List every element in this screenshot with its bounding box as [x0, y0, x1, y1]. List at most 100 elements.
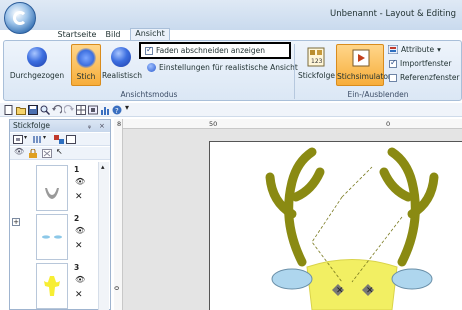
horizontal-ruler: 8 50 0	[117, 119, 462, 129]
reindeer-head	[306, 259, 398, 310]
attributes-dropdown[interactable]: Attribute ▾	[388, 45, 441, 54]
undo-icon[interactable]	[52, 105, 62, 115]
pin-icon[interactable]: ᵩ	[88, 120, 91, 132]
item-thumbnail	[36, 165, 68, 211]
realistic-settings-icon	[147, 63, 156, 72]
vertical-ruler: 0	[113, 119, 123, 310]
panel-scrollbar[interactable]: ▴	[98, 162, 109, 310]
item-number: 1	[74, 165, 80, 174]
fit-icon[interactable]	[66, 135, 76, 144]
item-thumbnail	[36, 214, 68, 260]
eye-icon[interactable]: 👁	[75, 177, 85, 186]
import-window-check[interactable]	[389, 58, 397, 68]
show-thread-trim-check[interactable]	[145, 45, 153, 55]
svg-text:✕: ✕	[366, 286, 374, 296]
stitch-simulator-button[interactable]: Stichsimulator	[336, 44, 392, 86]
redo-icon[interactable]	[64, 105, 74, 115]
application-menu-button[interactable]	[4, 2, 36, 34]
panel-toolbar-2: 👁 ↖	[10, 147, 110, 160]
ruler-label: 50	[209, 120, 218, 128]
panel-header: Stickfolge ᵩ ×	[10, 120, 110, 132]
item-number: 3	[74, 263, 80, 272]
eye-icon[interactable]: 👁	[75, 275, 85, 284]
solid-view-button[interactable]: Durchgezogen	[7, 44, 67, 86]
solid-sphere-icon	[27, 47, 47, 67]
attributes-label: Attribute	[401, 45, 435, 54]
import-window-label: Importfenster	[400, 59, 452, 68]
scroll-up-icon[interactable]: ▴	[101, 163, 105, 171]
hoop-icon[interactable]	[88, 105, 98, 115]
reference-window-label: Referenzfenster	[400, 73, 460, 82]
svg-text:✕: ✕	[336, 286, 344, 296]
title-bar: Unbenannt - Layout & Editing	[0, 0, 462, 34]
ribbon-tabs: Startseite Bild Ansicht	[0, 28, 462, 41]
ruler-label: 8	[117, 120, 122, 128]
list-item[interactable]: 3 👁 ✕	[22, 263, 96, 310]
stitch-view-label: Stich	[76, 72, 96, 81]
realistic-view-label: Realistisch	[102, 71, 142, 80]
save-icon[interactable]	[28, 105, 38, 115]
reference-window-checkbox[interactable]: Referenzfenster	[389, 73, 460, 82]
svg-text:?: ?	[115, 107, 119, 115]
realistic-view-button[interactable]: Realistisch	[102, 44, 142, 86]
list-item[interactable]: 2 👁 ✕	[22, 214, 96, 262]
antlers	[265, 147, 439, 267]
thread-trim-icon[interactable]	[42, 149, 52, 158]
color-icon[interactable]	[54, 135, 64, 144]
show-thread-trim-label: Faden abschneiden anzeigen	[156, 46, 265, 55]
thread-trim-icon[interactable]: ✕	[75, 241, 83, 251]
list-item[interactable]: 1 👁 ✕	[22, 165, 96, 213]
ears-preview-icon	[42, 235, 62, 239]
sort-icon[interactable]	[32, 135, 42, 144]
frame-view-icon[interactable]	[13, 135, 23, 144]
open-folder-icon[interactable]	[16, 105, 26, 115]
stitch-view-button[interactable]: Stich	[71, 44, 101, 86]
chart-icon[interactable]	[100, 105, 110, 115]
lock-icon[interactable]	[28, 149, 38, 158]
stitch-order-button[interactable]: 123 Stickfolge	[298, 44, 335, 86]
show-thread-trim-checkbox[interactable]: Faden abschneiden anzeigen	[145, 45, 265, 55]
chevron-down-icon: ▾	[437, 45, 441, 54]
stitch-simulator-label: Stichsimulator	[337, 72, 392, 81]
thread-trim-icon[interactable]: ✕	[75, 290, 83, 300]
panel-toolbar-1: ▾ ▾	[10, 133, 110, 146]
item-thumbnail	[36, 263, 68, 309]
chevron-down-icon[interactable]: ▾	[43, 134, 53, 143]
help-icon[interactable]: ?	[112, 105, 122, 115]
show-thread-trim-highlight: Faden abschneiden anzeigen	[139, 42, 291, 59]
eye-icon[interactable]: 👁	[14, 147, 24, 156]
ruler-label: 0	[386, 120, 391, 128]
attributes-icon	[388, 45, 398, 54]
zoom-icon[interactable]	[40, 105, 50, 115]
left-ear	[271, 268, 313, 290]
reindeer-embroidery[interactable]: ✕ ✕	[252, 142, 452, 310]
expand-icon[interactable]: +	[12, 218, 20, 226]
stitch-order-panel: Stickfolge ᵩ × ▾ ▾ 👁 ↖ 1 👁 ✕ + 2 👁 ✕ 3 👁…	[9, 119, 111, 310]
cursor-icon[interactable]: ↖	[56, 147, 66, 156]
reference-window-check[interactable]	[389, 73, 397, 82]
stitch-order-list: 1 👁 ✕ + 2 👁 ✕ 3 👁 ✕	[10, 162, 98, 310]
eye-icon[interactable]: 👁	[75, 226, 85, 235]
stitch-order-badge: 123	[311, 58, 323, 65]
tab-bild[interactable]: Bild	[100, 30, 126, 40]
item-number: 2	[74, 214, 80, 223]
panel-title: Stickfolge	[13, 121, 50, 130]
tab-startseite[interactable]: Startseite	[54, 30, 100, 40]
right-ear	[391, 268, 433, 290]
new-file-icon[interactable]	[4, 105, 14, 115]
solid-view-label: Durchgezogen	[9, 71, 65, 80]
ruler-label: 0	[113, 285, 122, 291]
import-window-checkbox[interactable]: Importfenster	[389, 58, 452, 68]
grid-view-icon[interactable]	[76, 105, 86, 115]
customize-toolbar-icon[interactable]: ▾	[125, 103, 135, 113]
thread-trim-icon[interactable]: ✕	[75, 192, 83, 202]
realistic-settings-label: Einstellungen für realistische Ansicht	[159, 63, 298, 72]
realistic-settings-button[interactable]: Einstellungen für realistische Ansicht	[147, 63, 298, 72]
stitch-sphere-icon	[76, 48, 96, 68]
stitch-order-label: Stickfolge	[298, 71, 335, 80]
head-preview-icon	[44, 276, 60, 296]
stitch-simulator-icon	[352, 49, 370, 67]
close-icon[interactable]: ×	[99, 120, 105, 132]
quick-access-toolbar: ? ▾	[0, 103, 462, 117]
antler-preview-icon	[45, 188, 59, 199]
